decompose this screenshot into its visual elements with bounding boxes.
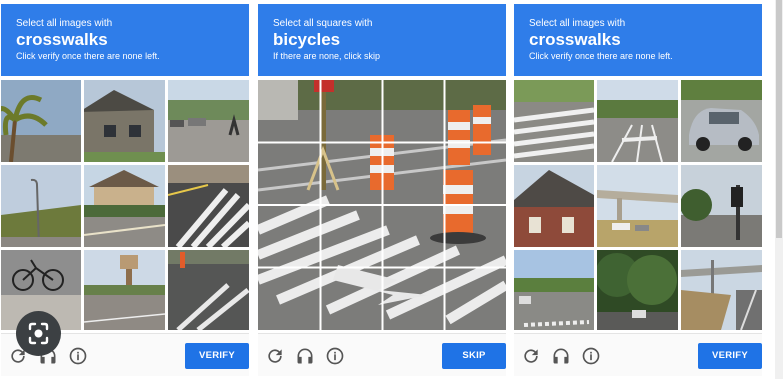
- image-tile-intersection[interactable]: [597, 80, 678, 162]
- verify-button[interactable]: VERIFY: [698, 343, 762, 369]
- image-tile-road-marking[interactable]: [168, 250, 249, 330]
- instruction-hint: If there are none, click skip: [273, 51, 381, 61]
- image-tile-overpass[interactable]: [597, 165, 678, 247]
- instruction-hint: Click verify once there are none left.: [16, 51, 160, 61]
- verify-button[interactable]: VERIFY: [185, 343, 249, 369]
- image-tile-crosswalk[interactable]: [168, 165, 249, 247]
- target-object-text: crosswalks: [529, 30, 621, 49]
- image-tile-fence-house[interactable]: [84, 165, 165, 247]
- image-tile-trees[interactable]: [597, 250, 678, 330]
- captcha-panel-3: Select all images with crosswalks Click …: [514, 4, 762, 376]
- image-tile-highway[interactable]: [681, 250, 762, 330]
- image-grid: [1, 80, 249, 330]
- scrollbar[interactable]: [775, 0, 783, 379]
- image-tile-sign-road[interactable]: [84, 250, 165, 330]
- instruction-text: Select all squares with: [273, 18, 373, 29]
- headphones-icon[interactable]: [295, 346, 315, 366]
- captcha-panel-2: Select all squares with bicycles If ther…: [258, 4, 506, 376]
- image-tile-road-town[interactable]: [514, 250, 594, 330]
- target-object-text: bicycles: [273, 30, 341, 49]
- captcha-footer: SKIP: [258, 333, 506, 376]
- image-tile-streetlight[interactable]: [1, 165, 81, 247]
- image-tile-house[interactable]: [84, 80, 165, 162]
- captcha-header: Select all images with crosswalks Click …: [514, 4, 762, 76]
- instruction-hint: Click verify once there are none left.: [529, 51, 673, 61]
- image-tile-brick-house[interactable]: [514, 165, 594, 247]
- image-grid-4x4: [258, 80, 506, 330]
- instruction-text: Select all images with: [529, 18, 626, 29]
- info-icon[interactable]: [581, 346, 601, 366]
- reload-icon[interactable]: [265, 346, 285, 366]
- headphones-icon[interactable]: [551, 346, 571, 366]
- info-icon[interactable]: [325, 346, 345, 366]
- image-tile-traffic-light[interactable]: [681, 165, 762, 247]
- reload-icon[interactable]: [521, 346, 541, 366]
- image-tile-palm-tree[interactable]: [1, 80, 81, 162]
- skip-button[interactable]: SKIP: [442, 343, 506, 369]
- target-object-text: crosswalks: [16, 30, 108, 49]
- captcha-header: Select all squares with bicycles If ther…: [258, 4, 506, 76]
- image-tile-street[interactable]: [168, 80, 249, 162]
- image-tile-crosswalk[interactable]: [514, 80, 594, 162]
- street-scene-image: [258, 80, 506, 330]
- google-lens-icon[interactable]: [16, 311, 61, 356]
- image-tile-car[interactable]: [681, 80, 762, 162]
- captcha-header: Select all images with crosswalks Click …: [1, 4, 249, 76]
- captcha-footer: VERIFY: [514, 333, 762, 376]
- instruction-text: Select all images with: [16, 18, 113, 29]
- info-icon[interactable]: [68, 346, 88, 366]
- image-grid: [514, 80, 762, 330]
- scrollbar-thumb[interactable]: [776, 0, 782, 238]
